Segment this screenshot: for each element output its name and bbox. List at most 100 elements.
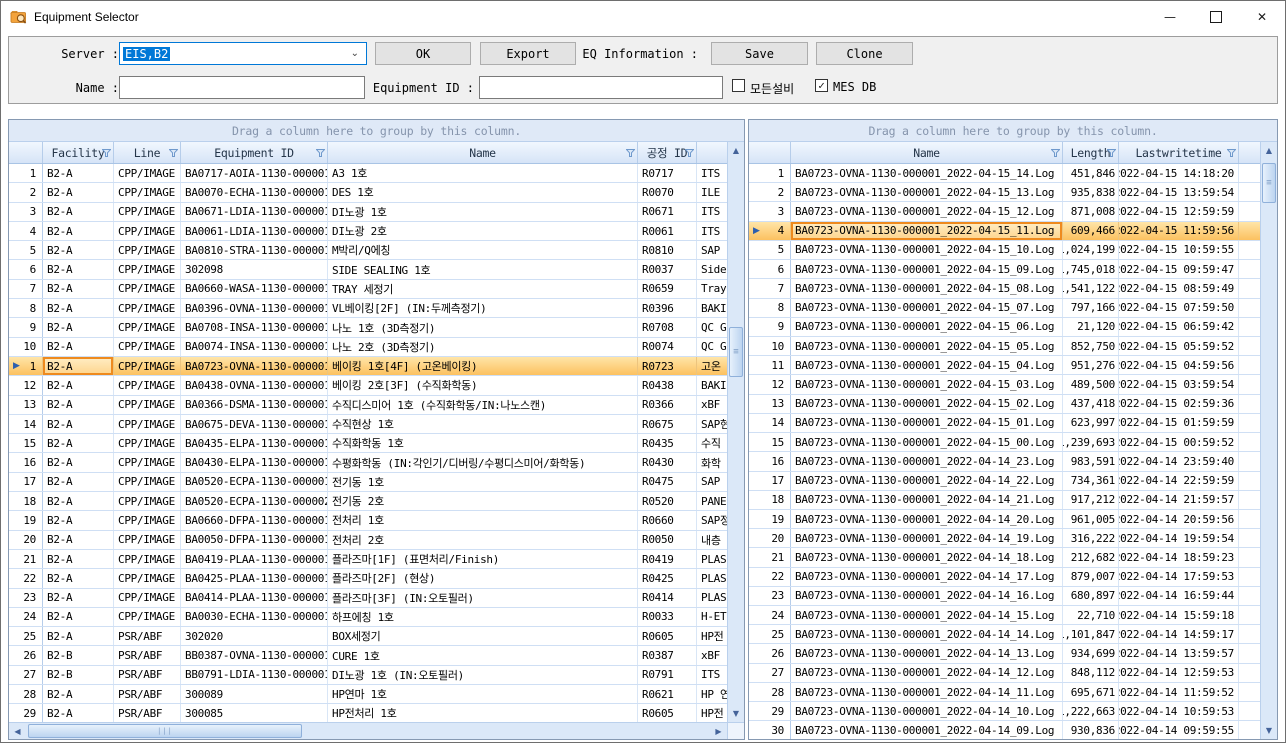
cell-facility[interactable]: B2-A (43, 164, 114, 182)
name-input[interactable] (119, 76, 365, 99)
cell-fill[interactable] (1239, 683, 1260, 701)
cell-fill[interactable] (1239, 472, 1260, 490)
table-row[interactable]: 9B2-ACPP/IMAGEBA0708-INSA-1130-000001나노 … (9, 318, 727, 337)
cell-equipment_id[interactable]: BA0050-DFPA-1130-000001 (181, 531, 328, 549)
cell-process_id[interactable]: R0396 (638, 299, 697, 317)
cell-line[interactable]: PSR/ABF (114, 704, 181, 722)
maximize-button[interactable] (1193, 1, 1239, 32)
table-row[interactable]: 24BA0723-OVNA-1130-000001_2022-04-14_15.… (749, 606, 1260, 625)
cell-line[interactable]: CPP/IMAGE (114, 608, 181, 626)
cell-equipment_id[interactable]: BA0396-OVNA-1130-000001 (181, 299, 328, 317)
cell-fill[interactable] (1239, 548, 1260, 566)
cell-fill[interactable] (1239, 510, 1260, 528)
cell-num[interactable]: 2 (9, 183, 43, 201)
cell-name[interactable]: BA0723-OVNA-1130-000001_2022-04-14_09.Lo… (791, 721, 1063, 739)
cell-num[interactable]: 12 (9, 376, 43, 394)
cell-fill[interactable] (1239, 587, 1260, 605)
table-row[interactable]: 20BA0723-OVNA-1130-000001_2022-04-14_19.… (749, 529, 1260, 548)
cell-name[interactable]: 나노 1호 (3D측정기) (328, 318, 638, 336)
cell-fill[interactable] (1239, 529, 1260, 547)
cell-process_id[interactable]: R0475 (638, 473, 697, 491)
cell-num[interactable]: 26 (9, 646, 43, 664)
cell-name[interactable]: A3 1호 (328, 164, 638, 182)
cell-facility[interactable]: B2-A (43, 357, 114, 375)
cell-facility[interactable]: B2-A (43, 241, 114, 259)
column-header-lastwritetime[interactable]: Lastwritetime (1119, 142, 1239, 163)
cell-fill[interactable] (1239, 414, 1260, 432)
cell-facility[interactable]: B2-B (43, 666, 114, 684)
cell-fill[interactable] (1239, 318, 1260, 336)
cell-fill[interactable] (1239, 452, 1260, 470)
cell-lastwritetime[interactable]: 2022-04-15 10:59:55 (1119, 241, 1239, 259)
table-row[interactable]: 10BA0723-OVNA-1130-000001_2022-04-15_05.… (749, 337, 1260, 356)
cell-process_id[interactable]: R0430 (638, 453, 697, 471)
table-row[interactable]: 10B2-ACPP/IMAGEBA0074-INSA-1130-000001나노… (9, 338, 727, 357)
cell-extra[interactable]: SAP (697, 473, 727, 491)
cell-name[interactable]: BA0723-OVNA-1130-000001_2022-04-15_07.Lo… (791, 299, 1063, 317)
cell-length[interactable]: 695,671 (1063, 683, 1119, 701)
cell-extra[interactable]: H-ET (697, 608, 727, 626)
scroll-thumb[interactable]: ≡ (729, 327, 743, 377)
scroll-left-icon[interactable]: ◀ (9, 723, 26, 739)
cell-lastwritetime[interactable]: 2022-04-14 18:59:23 (1119, 548, 1239, 566)
cell-num[interactable]: 7 (749, 279, 791, 297)
cell-line[interactable]: CPP/IMAGE (114, 376, 181, 394)
cell-fill[interactable] (1239, 279, 1260, 297)
cell-equipment_id[interactable]: BA0074-INSA-1130-000001 (181, 338, 328, 356)
cell-lastwritetime[interactable]: 2022-04-14 22:59:59 (1119, 472, 1239, 490)
filter-icon[interactable] (1051, 149, 1060, 157)
cell-name[interactable]: BA0723-OVNA-1130-000001_2022-04-15_08.Lo… (791, 279, 1063, 297)
cell-lastwritetime[interactable]: 2022-04-15 06:59:42 (1119, 318, 1239, 336)
cell-fill[interactable] (1239, 299, 1260, 317)
cell-fill[interactable] (1239, 702, 1260, 720)
cell-facility[interactable]: B2-A (43, 550, 114, 568)
cell-lastwritetime[interactable]: 2022-04-14 16:59:44 (1119, 587, 1239, 605)
cell-line[interactable]: CPP/IMAGE (114, 338, 181, 356)
scroll-right-icon[interactable]: ▶ (710, 723, 727, 739)
cell-equipment_id[interactable]: 302098 (181, 260, 328, 278)
cell-length[interactable]: 871,008 (1063, 202, 1119, 220)
cell-num[interactable]: 2 (749, 183, 791, 201)
cell-lastwritetime[interactable]: 2022-04-15 07:59:50 (1119, 299, 1239, 317)
cell-num[interactable]: 26 (749, 644, 791, 662)
filter-icon[interactable] (1107, 149, 1116, 157)
cell-equipment_id[interactable]: BA0030-ECHA-1130-000001 (181, 608, 328, 626)
cell-name[interactable]: BA0723-OVNA-1130-000001_2022-04-14_22.Lo… (791, 472, 1063, 490)
cell-extra[interactable]: BAKI (697, 376, 727, 394)
cell-fill[interactable] (1239, 222, 1260, 240)
cell-extra[interactable]: Side (697, 260, 727, 278)
cell-facility[interactable]: B2-A (43, 183, 114, 201)
cell-process_id[interactable]: R0387 (638, 646, 697, 664)
cell-line[interactable]: CPP/IMAGE (114, 222, 181, 240)
table-row[interactable]: 17B2-ACPP/IMAGEBA0520-ECPA-1130-000001전기… (9, 473, 727, 492)
cell-length[interactable]: 623,997 (1063, 414, 1119, 432)
cell-lastwritetime[interactable]: 2022-04-14 10:59:53 (1119, 702, 1239, 720)
cell-extra[interactable]: ITS (697, 222, 727, 240)
cell-fill[interactable] (1239, 433, 1260, 451)
table-row[interactable]: 27B2-BPSR/ABFBB0791-LDIA-1130-000001DI노광… (9, 666, 727, 685)
cell-extra[interactable]: xBF (697, 646, 727, 664)
cell-process_id[interactable]: R0671 (638, 203, 697, 221)
cell-fill[interactable] (1239, 721, 1260, 739)
cell-length[interactable]: 451,846 (1063, 164, 1119, 182)
cell-extra[interactable]: HP전 (697, 704, 727, 722)
cell-equipment_id[interactable]: BA0675-DEVA-1130-000001 (181, 415, 328, 433)
cell-facility[interactable]: B2-A (43, 318, 114, 336)
cell-facility[interactable]: B2-A (43, 511, 114, 529)
cell-num[interactable]: 25 (9, 627, 43, 645)
cell-fill[interactable] (1239, 491, 1260, 509)
cell-extra[interactable]: HP전 (697, 627, 727, 645)
table-row[interactable]: 4B2-ACPP/IMAGEBA0061-LDIA-1130-000001DI노… (9, 222, 727, 241)
cell-extra[interactable]: 고온 (697, 357, 727, 375)
cell-extra[interactable]: SAP정 (697, 511, 727, 529)
cell-num[interactable]: 13 (749, 395, 791, 413)
cell-num[interactable]: 22 (9, 569, 43, 587)
cell-equipment_id[interactable]: BA0520-ECPA-1130-000002 (181, 492, 328, 510)
table-row[interactable]: 19BA0723-OVNA-1130-000001_2022-04-14_20.… (749, 510, 1260, 529)
cell-num[interactable]: 12 (749, 375, 791, 393)
cell-line[interactable]: CPP/IMAGE (114, 492, 181, 510)
cell-equipment_id[interactable]: BB0791-LDIA-1130-000001 (181, 666, 328, 684)
cell-equipment_id[interactable]: BA0430-ELPA-1130-000001 (181, 453, 328, 471)
minimize-button[interactable]: — (1147, 1, 1193, 32)
cell-process_id[interactable]: R0061 (638, 222, 697, 240)
